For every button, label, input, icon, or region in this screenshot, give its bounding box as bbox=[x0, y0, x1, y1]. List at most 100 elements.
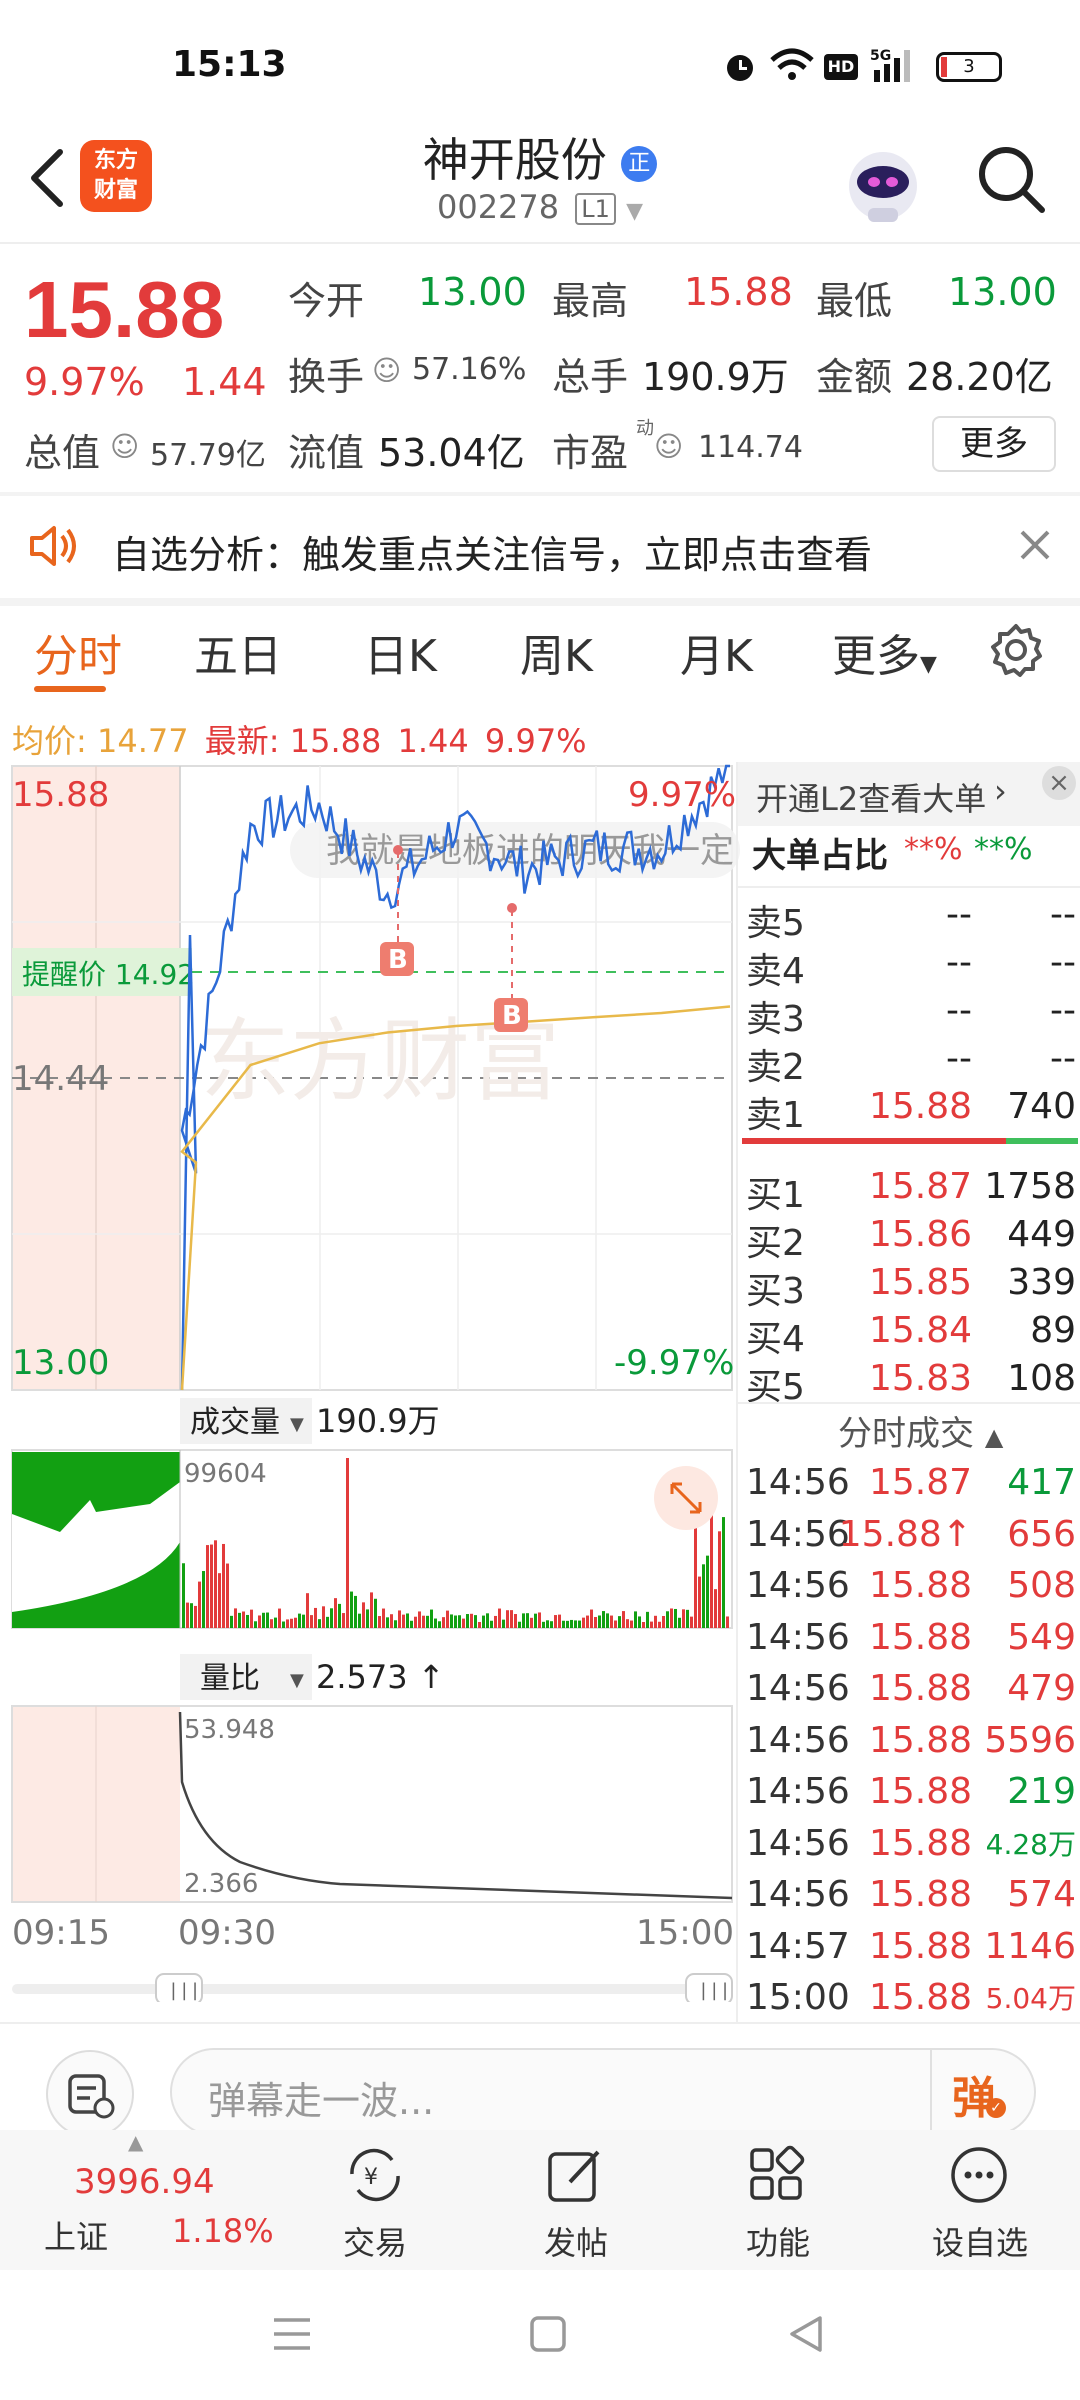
chevron-down-icon[interactable]: ▼ bbox=[626, 199, 643, 224]
volume-bar bbox=[322, 1606, 325, 1628]
pe-value: 114.74 bbox=[698, 430, 803, 465]
volume-bar bbox=[342, 1613, 345, 1628]
volume-bar bbox=[602, 1611, 605, 1628]
chevron-down-icon: ▼ bbox=[920, 652, 937, 677]
trade-row-price: 15.88 bbox=[868, 1565, 972, 1606]
avg-label: 均价: bbox=[12, 722, 87, 760]
volume-bar bbox=[474, 1615, 477, 1628]
volume-bar bbox=[378, 1616, 381, 1628]
volume-bar bbox=[654, 1615, 657, 1628]
index-value[interactable]: 3996.94 bbox=[74, 2162, 215, 2202]
volume-bar bbox=[562, 1620, 565, 1628]
more-button[interactable]: 更多 bbox=[932, 416, 1056, 472]
home-icon[interactable] bbox=[528, 2314, 568, 2354]
info-icon[interactable]: ☺ bbox=[372, 354, 401, 387]
volume-bar bbox=[238, 1612, 241, 1628]
danmu-input[interactable]: 弹幕走一波... 弹 ✓ bbox=[170, 2048, 1036, 2136]
volume-bar bbox=[202, 1571, 205, 1628]
trade-row-label: 14:56 bbox=[746, 1565, 850, 1606]
big-order-label: 大单占比 bbox=[752, 836, 888, 876]
open-value: 13.00 bbox=[418, 270, 527, 314]
caret-up-icon: ▲ bbox=[984, 1423, 1004, 1451]
nav-functions[interactable]: 功能 bbox=[708, 2218, 848, 2264]
trade-row: 14:56 15.88 479 bbox=[738, 1664, 1080, 1710]
tab-five-day[interactable]: 五日 bbox=[194, 620, 282, 684]
tab-more[interactable]: 更多▼ bbox=[832, 620, 937, 684]
post-icon[interactable] bbox=[544, 2144, 606, 2206]
gear-icon[interactable] bbox=[988, 622, 1044, 678]
nav-trade[interactable]: 交易 bbox=[305, 2218, 445, 2264]
y-axis-top: 15.88 bbox=[12, 775, 109, 815]
nav-add-watchlist[interactable]: 设自选 bbox=[910, 2218, 1050, 2264]
bid-row-volume: 1758 bbox=[984, 1166, 1076, 1207]
trade-row: 14:56 15.88 508 bbox=[738, 1561, 1080, 1607]
danmu-settings-icon bbox=[68, 2074, 115, 2119]
danmu-settings-button[interactable] bbox=[46, 2050, 134, 2138]
trade-row: 14:56 15.88 4.28万 bbox=[738, 1819, 1080, 1865]
tab-weekly-k[interactable]: 周K bbox=[520, 620, 593, 684]
volume-bar bbox=[638, 1616, 641, 1628]
volume-bar bbox=[510, 1610, 513, 1628]
volume-bar bbox=[362, 1602, 365, 1628]
index-percent[interactable]: 1.18% bbox=[172, 2212, 274, 2250]
intraday-chart[interactable]: 东方财富 我就是地板进的明天我一定 提醒价 14.92 B B 15.88 9.… bbox=[0, 762, 740, 2002]
volume-bar bbox=[274, 1617, 277, 1628]
volume-label: 总手 bbox=[552, 355, 629, 399]
status-bar: 15:13 HD 5G 3 bbox=[0, 0, 1080, 120]
index-name[interactable]: 上证 bbox=[44, 2212, 108, 2258]
robot-assistant-icon[interactable] bbox=[838, 138, 928, 228]
volume-bar bbox=[206, 1545, 209, 1628]
trade-row-volume: 4.28万 bbox=[985, 1827, 1076, 1861]
back-nav-icon[interactable] bbox=[786, 2314, 826, 2354]
change-percent: 9.97% bbox=[24, 360, 145, 404]
tab-intraday[interactable]: 分时 bbox=[34, 620, 122, 684]
volume-bar bbox=[494, 1615, 497, 1628]
bid-row-price: 15.84 bbox=[868, 1310, 972, 1351]
level-badge[interactable]: L1 bbox=[575, 193, 616, 225]
volume-bar bbox=[606, 1613, 609, 1628]
volume-bar bbox=[710, 1500, 713, 1628]
volume-bar bbox=[458, 1615, 461, 1628]
wifi-icon bbox=[770, 48, 814, 80]
volume-bar bbox=[254, 1621, 257, 1628]
close-icon[interactable] bbox=[1018, 528, 1052, 562]
tab-daily-k[interactable]: 日K bbox=[364, 620, 437, 684]
info-icon[interactable]: ☺ bbox=[110, 430, 139, 463]
trades-title[interactable]: 分时成交 ▲ bbox=[838, 1406, 1003, 1455]
notice-text[interactable]: 自选分析：触发重点关注信号，立即点击查看 bbox=[112, 524, 872, 579]
signal-icon: 5G bbox=[870, 48, 910, 82]
functions-icon[interactable] bbox=[746, 2144, 808, 2206]
danmu-toggle-button[interactable]: 弹 bbox=[952, 2062, 996, 2126]
trade-row: 14:57 15.88 1146 bbox=[738, 1922, 1080, 1968]
avg-value: 14.77 bbox=[96, 722, 189, 760]
volume-label: 成交量 bbox=[190, 1405, 280, 1440]
menu-icon[interactable] bbox=[270, 2314, 314, 2354]
volume-bar bbox=[182, 1563, 185, 1628]
volume-bar bbox=[214, 1540, 217, 1628]
volume-bar bbox=[642, 1621, 645, 1628]
close-icon[interactable]: × bbox=[1042, 766, 1076, 800]
ask-row-volume: -- bbox=[1050, 894, 1076, 935]
volume-bar bbox=[286, 1619, 289, 1628]
tab-monthly-k[interactable]: 月K bbox=[680, 620, 753, 684]
l2-banner[interactable]: 开通L2查看大单 › × bbox=[738, 762, 1080, 826]
ratio-value: 2.573 bbox=[316, 1658, 408, 1696]
trade-row-price: 15.88 bbox=[868, 1719, 972, 1761]
trade-icon[interactable]: ¥ bbox=[342, 2144, 408, 2206]
ask-row: 卖5 -- -- bbox=[738, 890, 1080, 944]
volume-bar bbox=[422, 1615, 425, 1628]
volume-bar bbox=[478, 1621, 481, 1628]
info-icon[interactable]: ☺ bbox=[654, 430, 683, 463]
ask-row-label: 卖1 bbox=[746, 1095, 805, 1136]
volume-bar bbox=[282, 1621, 285, 1628]
volume-bar bbox=[370, 1592, 373, 1628]
badge-icon: 正 bbox=[621, 145, 658, 182]
volume-bar bbox=[234, 1608, 237, 1628]
time-scrollbar[interactable] bbox=[12, 1984, 732, 1994]
more-dots-icon[interactable] bbox=[948, 2144, 1010, 2206]
latest-percent: 9.97% bbox=[484, 722, 587, 760]
search-icon[interactable] bbox=[972, 140, 1052, 220]
nav-post[interactable]: 发帖 bbox=[506, 2218, 646, 2264]
volume-bar bbox=[198, 1581, 201, 1628]
ask-row: 卖1 15.88 740 bbox=[738, 1082, 1080, 1136]
